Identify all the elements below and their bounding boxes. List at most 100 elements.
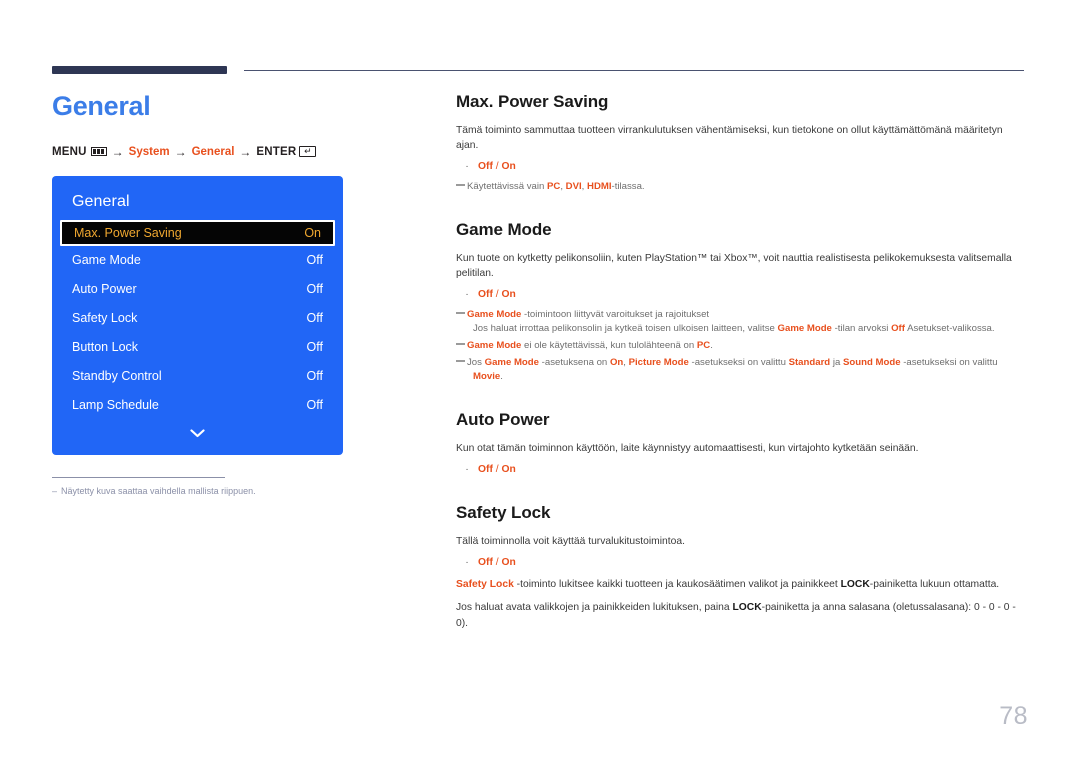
note-sub-e: Asetukset-valikossa.: [904, 323, 995, 334]
note-dash-icon: [456, 180, 467, 194]
option-bullet-game-mode: · Off / On: [456, 287, 1026, 302]
para-1-d: -painiketta lukuun ottamatta.: [869, 579, 1000, 590]
section-body-max-power-saving: Tämä toiminto sammuttaa tuotteen virrank…: [456, 125, 1003, 151]
term-lock: LOCK: [732, 602, 762, 613]
safety-lock-paragraph-1: Safety Lock -toiminto lukitsee kaikki tu…: [456, 577, 1026, 593]
osd-row-max-power-saving[interactable]: Max. Power Saving On: [60, 219, 335, 246]
note-max-power-saving-inputs: Käytettävissä vain PC, DVI, HDMI-tilassa…: [456, 180, 1026, 194]
osd-row-label: Game Mode: [72, 253, 141, 268]
osd-panel: General Max. Power Saving On Game Mode O…: [52, 175, 343, 455]
option-bullet-max-power-saving: · Off / On: [456, 159, 1026, 174]
bullet-dot-icon: ·: [465, 161, 469, 172]
osd-row-auto-power[interactable]: Auto Power Off: [52, 275, 343, 304]
note-term-dvi: DVI: [565, 181, 582, 192]
term-safety-lock: Safety Lock: [456, 579, 514, 590]
note-term-hdmi: HDMI: [587, 181, 612, 192]
option-off: Off: [478, 289, 493, 300]
note-term-standard: Standard: [788, 357, 831, 368]
osd-row-label: Safety Lock: [72, 311, 138, 326]
section-body-game-mode: Kun tuote on kytketty pelikonsoliin, kut…: [456, 253, 1012, 279]
option-on: On: [501, 289, 516, 300]
note-term-picture-mode: Picture Mode: [628, 357, 689, 368]
left-footnote-rule: [52, 476, 225, 478]
osd-row-button-lock[interactable]: Button Lock Off: [52, 333, 343, 362]
note-sub-a: Jos haluat irrottaa pelikonsolin ja kytk…: [473, 323, 778, 334]
note-game-mode-picture-sound: Jos Game Mode -asetuksena on On, Picture…: [456, 356, 1026, 384]
option-on: On: [501, 161, 516, 172]
safety-lock-paragraph-2: Jos haluat avata valikkojen ja painikkei…: [456, 600, 1026, 632]
chevron-down-icon[interactable]: [52, 420, 343, 445]
osd-row-value: Off: [306, 253, 323, 268]
osd-row-label: Auto Power: [72, 282, 137, 297]
note-3-i: ja: [830, 357, 843, 368]
bullet-dot-icon: ·: [465, 289, 469, 300]
header-rule-thin: [244, 70, 1024, 71]
page-title: General: [52, 91, 151, 121]
section-heading-max-power-saving: Max. Power Saving: [456, 92, 609, 111]
breadcrumb-arrow-1: →: [111, 144, 124, 159]
option-off: Off: [478, 464, 493, 475]
osd-row-label: Standby Control: [72, 369, 162, 384]
note-subline: Jos haluat irrottaa pelikonsolin ja kytk…: [467, 322, 1026, 336]
note-dash-icon: [456, 308, 467, 322]
note-3-g: -asetukseksi on valittu: [688, 357, 789, 368]
note-term-game-mode: Game Mode: [777, 323, 832, 334]
osd-row-lamp-schedule[interactable]: Lamp Schedule Off: [52, 391, 343, 420]
osd-row-game-mode[interactable]: Game Mode Off: [52, 246, 343, 275]
note-term-game-mode: Game Mode: [467, 340, 522, 351]
option-on: On: [501, 557, 516, 568]
breadcrumb: MENU → System → General → ENTER ↵: [52, 144, 412, 160]
left-footnote-dash: –: [52, 485, 58, 496]
breadcrumb-item-general: General: [191, 145, 235, 158]
note-term-game-mode: Game Mode: [484, 357, 539, 368]
option-off: Off: [478, 161, 493, 172]
note-3-c: -asetuksena on: [539, 357, 610, 368]
osd-row-label: Lamp Schedule: [72, 398, 159, 413]
note-3-m: .: [500, 371, 503, 382]
left-column: General MENU → System → General → ENTER …: [52, 91, 412, 498]
note-game-mode-pc-unavailable: Game Mode ei ole käytettävissä, kun tulo…: [456, 339, 1026, 353]
osd-row-value: Off: [306, 311, 323, 326]
note-dash-icon: [456, 356, 467, 370]
page-number: 78: [999, 702, 1028, 730]
breadcrumb-menu-label: MENU: [52, 145, 87, 158]
note-game-mode-warnings: Game Mode -toimintoon liittyvät varoituk…: [456, 308, 1026, 336]
section-heading-game-mode: Game Mode: [456, 220, 552, 239]
osd-panel-title: General: [72, 192, 130, 210]
left-footnote-text: – Näytetty kuva saattaa vaihdella mallist…: [52, 485, 256, 498]
option-bullet-safety-lock: · Off / On: [456, 555, 1026, 570]
osd-row-value: Off: [306, 369, 323, 384]
breadcrumb-arrow-2: →: [174, 144, 187, 159]
note-term-pc: PC: [696, 340, 711, 351]
note-sub-c: -tilan arvoksi: [831, 323, 892, 334]
para-1-b: -toiminto lukitsee kaikki tuotteen ja ka…: [513, 579, 841, 590]
breadcrumb-arrow-3: →: [239, 144, 252, 159]
option-off: Off: [478, 557, 493, 568]
note-term-movie: Movie: [473, 371, 501, 382]
term-lock: LOCK: [840, 579, 870, 590]
note-term-on: On: [609, 357, 624, 368]
section-heading-auto-power: Auto Power: [456, 410, 550, 429]
note-3-a: Jos: [467, 357, 485, 368]
note-3-k: -asetukseksi on valittu: [900, 357, 998, 368]
osd-row-standby-control[interactable]: Standby Control Off: [52, 362, 343, 391]
breadcrumb-item-system: System: [128, 145, 170, 158]
para-2-a: Jos haluat avata valikkojen ja painikkei…: [456, 602, 733, 613]
osd-row-safety-lock[interactable]: Safety Lock Off: [52, 304, 343, 333]
osd-row-value: Off: [306, 398, 323, 413]
right-column: Max. Power Saving Tämä toiminto sammutta…: [456, 92, 1026, 632]
section-heading-safety-lock: Safety Lock: [456, 503, 551, 522]
note-term-off: Off: [891, 323, 905, 334]
osd-row-value: Off: [306, 282, 323, 297]
note-2-d: .: [710, 340, 713, 351]
note-rest: -toimintoon liittyvät varoitukset ja raj…: [521, 309, 710, 320]
note-suffix: -tilassa.: [611, 181, 645, 192]
osd-row-label: Button Lock: [72, 340, 139, 355]
left-footnote: – Näytetty kuva saattaa vaihdella mallist…: [52, 476, 256, 498]
note-term-pc: PC: [547, 181, 561, 192]
bullet-dot-icon: ·: [465, 557, 469, 568]
note-2-b: ei ole käytettävissä, kun tulolähteenä o…: [521, 340, 697, 351]
bullet-dot-icon: ·: [465, 464, 469, 475]
header-rule-thick: [52, 66, 227, 74]
menu-bars-icon: [90, 147, 107, 157]
